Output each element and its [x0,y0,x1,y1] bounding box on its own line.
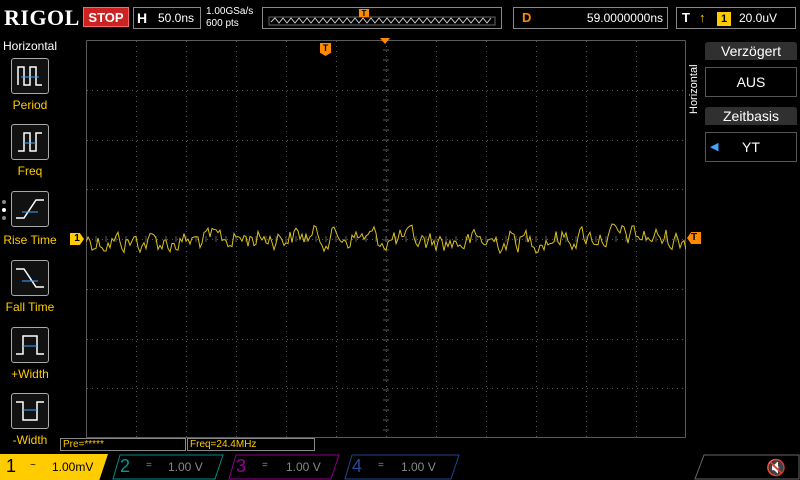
delayed-value: AUS [736,74,766,90]
channel-1-coupling: ~ [30,460,36,471]
top-status-bar: RIGOL STOP H 50.0ns 1.00GSa/s 600 pts T … [0,0,800,36]
horizontal-letter: H [137,10,148,26]
graticule [86,40,686,438]
period-icon[interactable] [11,58,49,94]
channel-3-coupling: = [262,460,268,471]
frequency-label: Freq [17,164,43,178]
frequency-icon[interactable] [11,124,49,160]
channel-4-scale: 1.00 V [401,460,436,474]
channel-3-number: 3 [236,456,247,476]
pre-measurement: Pre=***** [60,438,186,451]
negative-width-label: -Width [12,433,48,447]
trigger-source: 1 [717,12,731,26]
timebase-value: YT [742,139,760,155]
sample-rate: 1.00GSa/s [206,6,254,17]
channel-2-coupling: = [146,460,152,471]
delay-value: 59.0000000ns [586,11,663,25]
channel-4-coupling: = [378,460,384,471]
negative-width-icon[interactable] [11,393,49,429]
channel-4-number: 4 [352,456,363,476]
channel-1-tab[interactable]: 1 ~ 1.00mV [0,454,108,480]
rise-time-icon[interactable] [11,191,49,227]
rise-time-label: Rise Time [3,233,57,247]
positive-width-label: +Width [11,367,49,381]
channel-2-scale: 1.00 V [168,460,203,474]
trigger-level-marker[interactable]: T [687,232,701,244]
fall-time-label: Fall Time [5,300,55,314]
speaker-mute-icon[interactable]: 🔇 [766,458,786,478]
trigger-box[interactable]: T ↑ 1 20.0uV [676,7,796,29]
ch1-offset-marker[interactable]: 1 [70,233,84,245]
freq-measurement: Freq=24.4MHz [187,438,315,451]
center-marker-icon [380,38,390,44]
channel-2-number: 2 [120,456,131,476]
overview-waveform [270,17,492,24]
channel-3-scale: 1.00 V [286,460,321,474]
channel-1-scale: 1.00mV [52,460,94,474]
run-stop-status[interactable]: STOP [83,7,129,27]
selector-arrow-icon: ◀ [710,141,719,153]
menu-page-dots [2,200,6,224]
positive-width-icon[interactable] [11,327,49,363]
memory-depth: 600 pts [206,18,239,29]
channel-3-tab[interactable]: 3 = 1.00 V [228,454,340,480]
delay-letter: D [522,10,532,25]
period-label: Period [12,98,48,112]
fall-time-icon[interactable] [11,260,49,296]
horizontal-scale-box[interactable]: H 50.0ns [133,7,201,29]
channel-1-number: 1 [6,456,17,476]
right-menu-vertical-title: Horizontal [688,64,700,114]
brand-logo: RIGOL [4,5,80,30]
timebase-button[interactable]: ◀ YT [705,132,797,162]
measure-menu-title: Horizontal [3,39,58,53]
memory-waveform-overview: T [262,7,502,29]
channel-bar: 1 ~ 1.00mV 2 = 1.00 V 3 = 1.00 V 4 = 1.0… [0,454,800,480]
waveform-display[interactable] [86,40,686,438]
delay-box[interactable]: D 59.0000000ns [513,7,668,29]
trigger-letter: T [682,10,690,25]
trigger-level: 20.0uV [739,11,778,25]
rising-edge-icon: ↑ [699,10,706,25]
channel-4-tab[interactable]: 4 = 1.00 V [344,454,460,480]
delayed-button[interactable]: AUS [705,67,797,97]
horizontal-scale-value: 50.0ns [158,11,195,25]
channel-2-tab[interactable]: 2 = 1.00 V [112,454,224,480]
delayed-title: Verzögert [705,42,797,60]
timebase-title: Zeitbasis [705,107,797,125]
overview-trigger-marker: T [362,9,367,18]
measure-menu: Horizontal Period Freq Rise Time Fall Ti… [0,36,60,456]
